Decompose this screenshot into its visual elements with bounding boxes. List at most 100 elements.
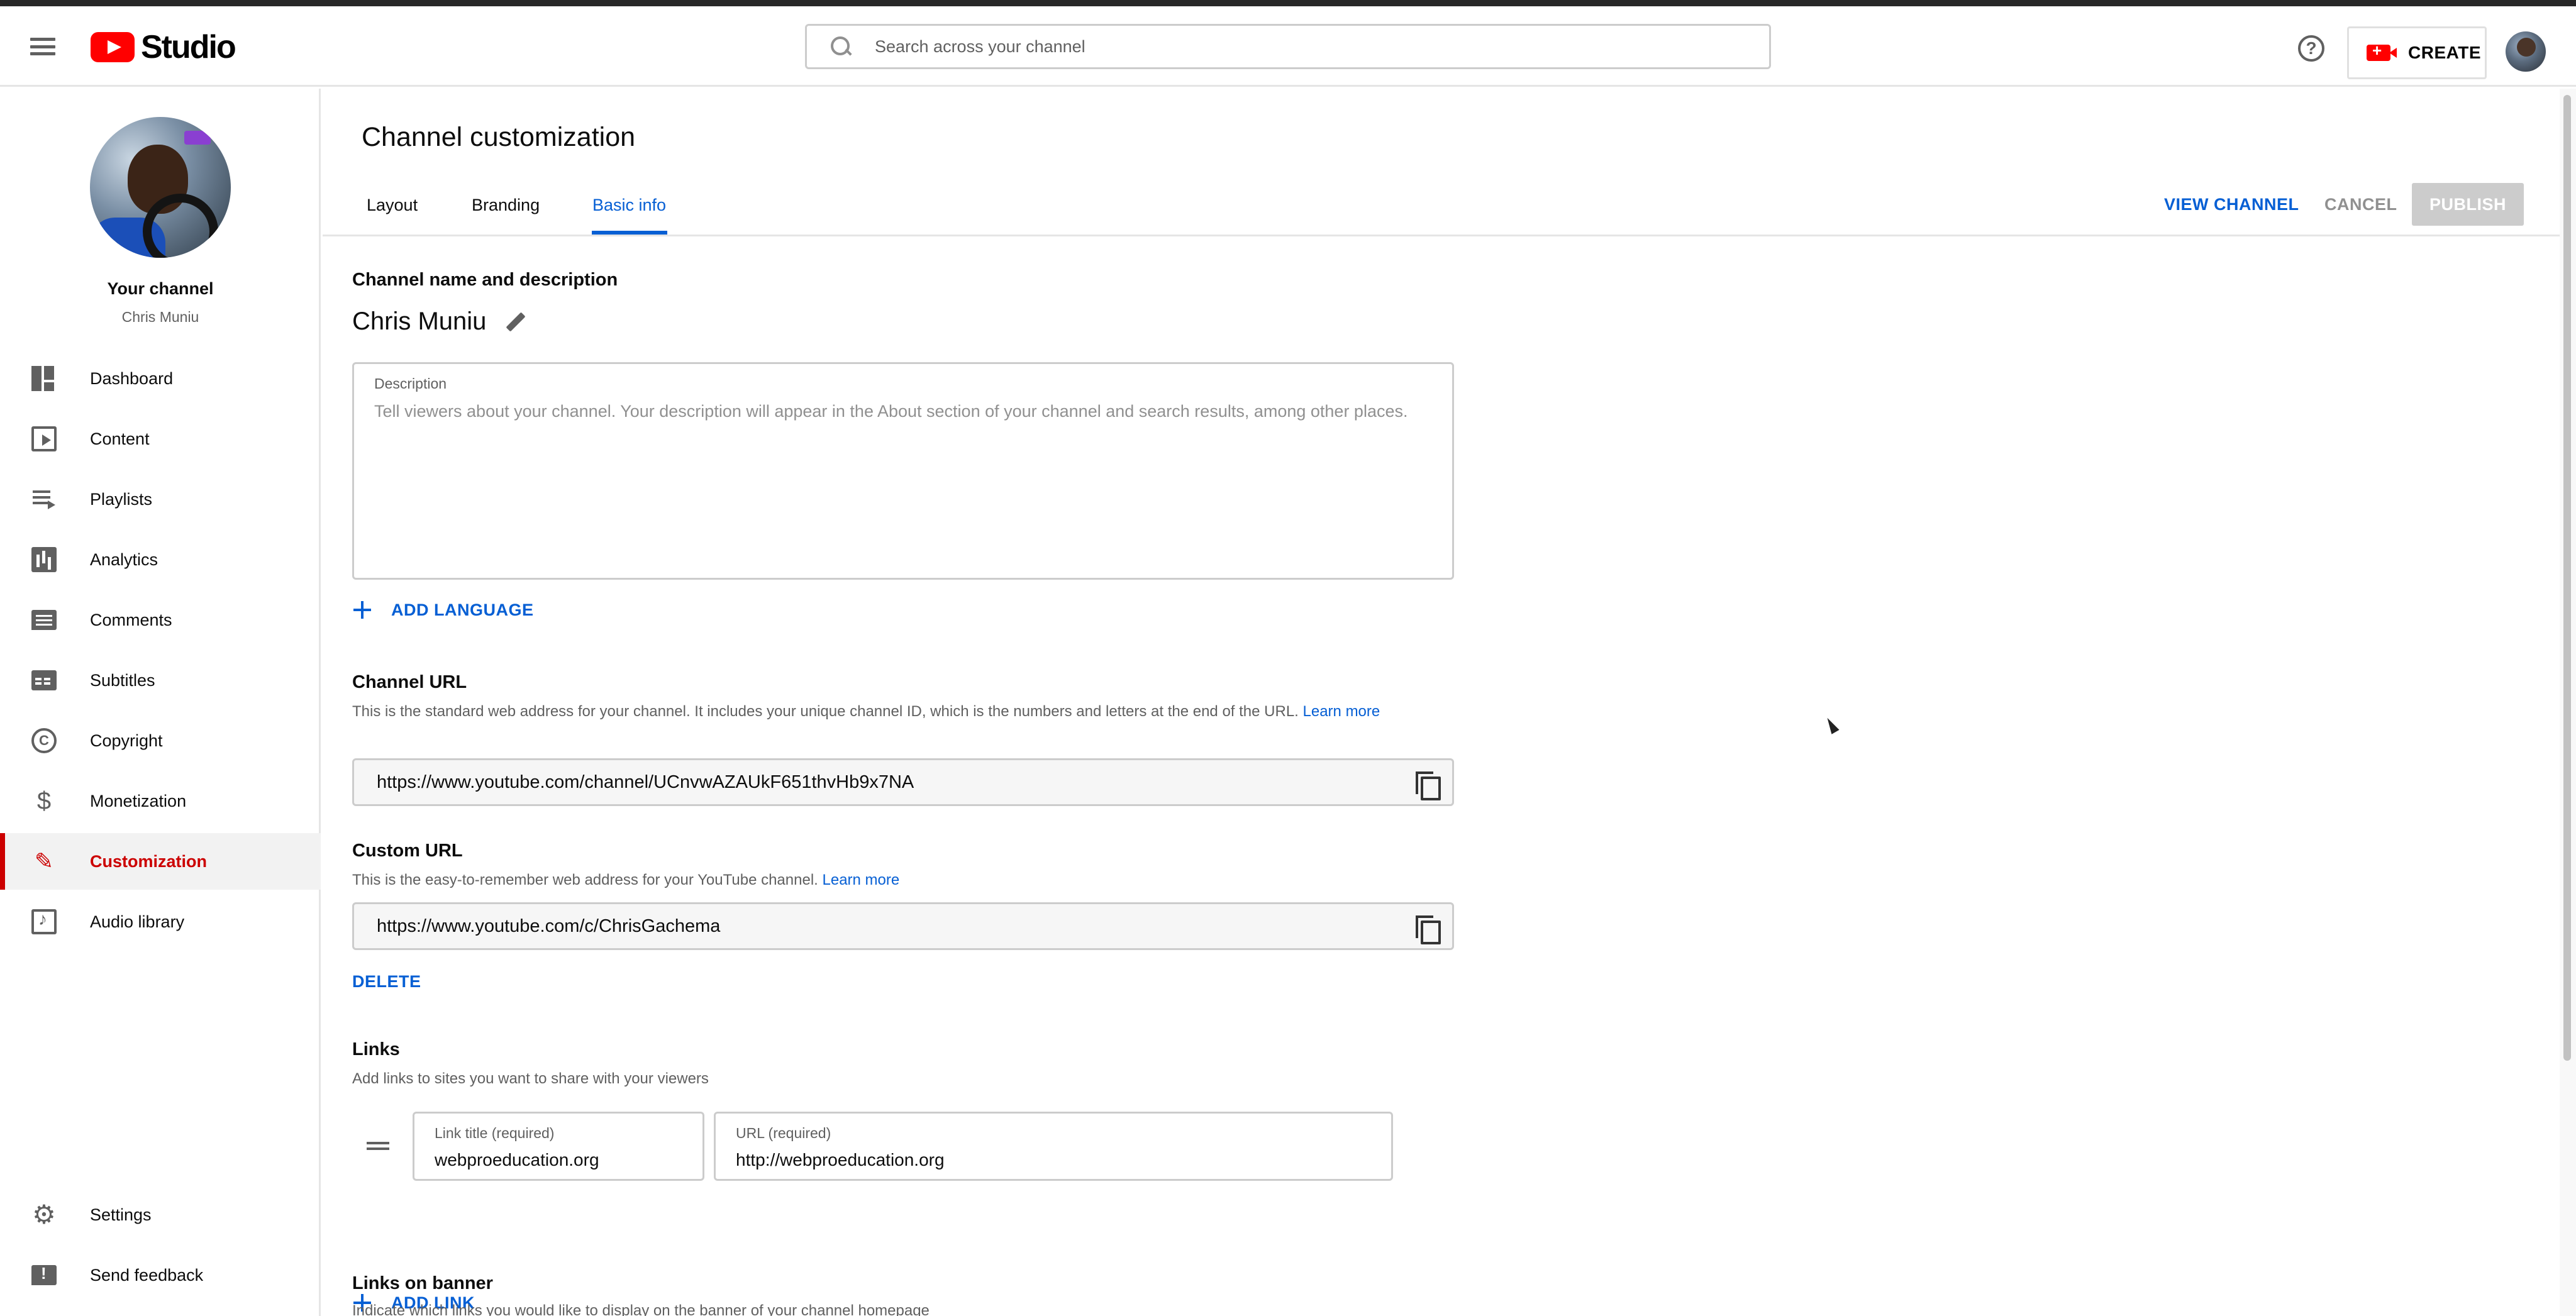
channel-url-field: https://www.youtube.com/channel/UCnvwAZA… — [352, 758, 1454, 806]
delete-custom-url-button[interactable]: DELETE — [352, 972, 421, 992]
channel-url-title: Channel URL — [352, 672, 467, 692]
channel-name-row: Chris Muniu — [352, 307, 526, 336]
channel-url-description: This is the standard web address for you… — [352, 699, 1459, 724]
description-input[interactable] — [374, 397, 1437, 567]
sidebar-item-monetization[interactable]: $ Monetization — [0, 773, 321, 829]
custom-url-title: Custom URL — [352, 841, 463, 861]
page-scrollbar[interactable] — [2560, 89, 2576, 1316]
dollar-icon: $ — [36, 787, 52, 815]
add-language-button[interactable]: ADD LANGUAGE — [352, 600, 534, 620]
sidebar-item-customization[interactable]: ✎ Customization — [0, 833, 321, 890]
help-icon[interactable]: ? — [2298, 35, 2324, 62]
link-title-input[interactable] — [435, 1150, 694, 1170]
sidebar-item-label: Analytics — [90, 550, 158, 569]
sidebar-item-audio-library[interactable]: Audio library — [0, 893, 321, 950]
link-url-label: URL (required) — [736, 1125, 831, 1141]
sidebar-item-analytics[interactable]: Analytics — [0, 531, 321, 588]
window-top-stripe — [0, 0, 2576, 6]
sidebar-item-playlists[interactable]: Playlists — [0, 471, 321, 528]
youtube-play-icon — [91, 32, 135, 62]
create-button[interactable]: CREATE — [2347, 26, 2487, 79]
plus-icon — [352, 600, 372, 620]
sidebar-item-dashboard[interactable]: Dashboard — [0, 350, 321, 407]
drag-handle-icon[interactable] — [367, 1142, 389, 1151]
sidebar-item-label: Settings — [90, 1205, 152, 1224]
sidebar-item-label: Send feedback — [90, 1265, 204, 1285]
main-content: Channel customization Layout Branding Ba… — [323, 89, 2560, 1316]
channel-url-value: https://www.youtube.com/channel/UCnvwAZA… — [377, 771, 914, 792]
account-avatar[interactable] — [2506, 31, 2546, 72]
content-icon — [31, 426, 57, 451]
scrollbar-thumb[interactable] — [2563, 95, 2571, 1061]
channel-url-learn-more-link[interactable]: Learn more — [1303, 703, 1380, 720]
publish-button[interactable]: PUBLISH — [2412, 183, 2524, 226]
pencil-icon[interactable] — [505, 311, 526, 333]
link-title-field[interactable]: Link title (required) — [413, 1112, 704, 1181]
sidebar-item-label: Copyright — [90, 731, 163, 750]
logo-text: Studio — [141, 29, 236, 65]
link-url-field[interactable]: URL (required) — [714, 1112, 1393, 1181]
dashboard-icon — [31, 366, 57, 391]
name-section-title: Channel name and description — [352, 270, 618, 290]
sidebar-item-label: Monetization — [90, 791, 187, 810]
cancel-button[interactable]: CANCEL — [2324, 183, 2397, 226]
channel-avatar[interactable] — [90, 117, 231, 258]
app-header: Studio ? CREATE — [0, 6, 2576, 87]
links-on-banner-title: Links on banner — [352, 1273, 493, 1293]
copyright-icon: C — [31, 728, 57, 753]
custom-url-field: https://www.youtube.com/c/ChrisGachema — [352, 902, 1454, 950]
analytics-icon — [31, 547, 57, 572]
active-tab-indicator — [592, 231, 667, 235]
sidebar-item-label: Audio library — [90, 912, 185, 931]
audio-library-icon — [31, 909, 57, 934]
copy-icon[interactable] — [1416, 915, 1441, 944]
channel-url-description-text: This is the standard web address for you… — [352, 703, 1299, 720]
page-title: Channel customization — [362, 122, 636, 152]
search-input[interactable] — [875, 36, 1743, 57]
sidebar-item-label: Dashboard — [90, 368, 174, 388]
link-title-label: Link title (required) — [435, 1125, 555, 1141]
menu-icon[interactable] — [30, 38, 55, 55]
description-label: Description — [374, 375, 447, 392]
video-camera-icon — [2367, 41, 2397, 61]
sidebar-item-subtitles[interactable]: Subtitles — [0, 652, 321, 709]
search-bar[interactable] — [805, 24, 1771, 69]
channel-name: Chris Muniu — [352, 307, 487, 335]
sidebar-item-send-feedback[interactable]: Send feedback — [0, 1247, 321, 1303]
links-description: Add links to sites you want to share wit… — [352, 1070, 709, 1087]
customization-icon: ✎ — [34, 848, 54, 874]
studio-logo[interactable]: Studio — [91, 29, 236, 65]
playlists-icon — [31, 487, 57, 512]
search-icon[interactable] — [828, 34, 853, 59]
channel-owner-name: Chris Muniu — [121, 309, 199, 325]
feedback-icon — [31, 1264, 57, 1285]
sidebar-item-settings[interactable]: ⚙ Settings — [0, 1186, 321, 1243]
your-channel-label: Your channel — [107, 279, 214, 298]
sidebar-item-label: Content — [90, 429, 150, 448]
sidebar-item-copyright[interactable]: C Copyright — [0, 712, 321, 769]
copy-icon[interactable] — [1416, 771, 1441, 800]
sidebar-item-label: Subtitles — [90, 670, 155, 690]
sidebar-item-label: Comments — [90, 610, 172, 629]
tab-basic-info[interactable]: Basic info — [592, 196, 666, 215]
tab-layout[interactable]: Layout — [367, 196, 418, 215]
sidebar-item-comments[interactable]: Comments — [0, 592, 321, 648]
sidebar-item-label: Customization — [90, 851, 207, 871]
custom-url-value: https://www.youtube.com/c/ChrisGachema — [377, 915, 721, 936]
description-field[interactable]: Description — [352, 362, 1454, 580]
view-channel-button[interactable]: VIEW CHANNEL — [2164, 183, 2299, 226]
custom-url-description: This is the easy-to-remember web address… — [352, 868, 899, 893]
links-on-banner-description: Indicate which links you would like to d… — [352, 1302, 930, 1316]
custom-url-description-text: This is the easy-to-remember web address… — [352, 871, 818, 888]
comments-icon — [31, 610, 57, 630]
tab-branding[interactable]: Branding — [472, 196, 540, 215]
gear-icon: ⚙ — [32, 1200, 56, 1229]
sidebar-item-label: Playlists — [90, 489, 153, 509]
add-language-label: ADD LANGUAGE — [391, 600, 534, 619]
custom-url-learn-more-link[interactable]: Learn more — [823, 871, 900, 888]
link-url-input[interactable] — [736, 1150, 1344, 1170]
sidebar: Your channel Chris Muniu Dashboard Conte… — [0, 89, 321, 1316]
create-label: CREATE — [2408, 43, 2482, 62]
subtitles-icon — [31, 670, 57, 690]
sidebar-item-content[interactable]: Content — [0, 411, 321, 467]
